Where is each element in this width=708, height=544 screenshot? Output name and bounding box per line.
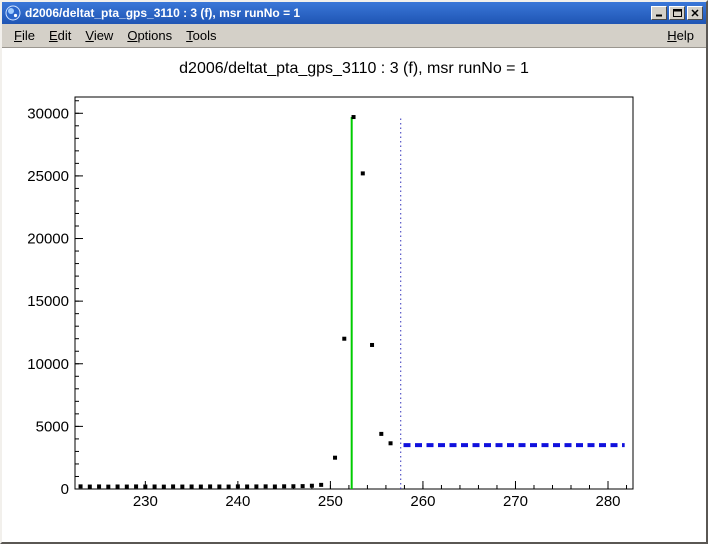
data-point — [180, 485, 184, 489]
y-tick-label: 5000 — [36, 418, 69, 435]
data-point — [352, 115, 356, 119]
data-point — [370, 343, 374, 347]
data-point — [389, 441, 393, 445]
data-point — [106, 485, 110, 489]
menu-file[interactable]: File — [7, 26, 42, 45]
minimize-icon — [655, 9, 663, 17]
data-point — [171, 484, 175, 488]
data-point — [162, 485, 166, 489]
data-point — [310, 484, 314, 488]
titlebar[interactable]: d2006/deltat_pta_gps_3110 : 3 (f), msr r… — [2, 2, 706, 24]
y-tick-label: 25000 — [27, 168, 69, 185]
data-point — [333, 456, 337, 460]
data-point — [217, 484, 221, 488]
y-tick-label: 10000 — [27, 356, 69, 373]
data-point — [97, 484, 101, 488]
x-tick-label: 270 — [503, 493, 528, 510]
data-point — [227, 485, 231, 489]
maximize-button[interactable] — [669, 6, 685, 20]
minimize-button[interactable] — [651, 6, 667, 20]
data-point — [190, 484, 194, 488]
data-point — [153, 484, 157, 488]
menubar: File Edit View Options Tools Help — [2, 24, 706, 48]
app-window: d2006/deltat_pta_gps_3110 : 3 (f), msr r… — [0, 0, 708, 544]
y-tick-label: 0 — [61, 481, 69, 498]
window-controls — [651, 6, 703, 20]
data-point — [379, 432, 383, 436]
data-point — [208, 484, 212, 488]
data-point — [125, 485, 129, 489]
menu-options[interactable]: Options — [120, 26, 179, 45]
y-tick-label: 15000 — [27, 293, 69, 310]
plot-svg[interactable]: 230 240 250 260 270 280 0 5000 10000 15000 20000 25… — [4, 48, 704, 540]
menu-tools[interactable]: Tools — [179, 26, 223, 45]
data-point — [134, 484, 138, 488]
app-icon — [5, 5, 21, 21]
x-tick-label: 260 — [410, 493, 435, 510]
data-point — [88, 485, 92, 489]
y-tick-label: 30000 — [27, 105, 69, 122]
data-point — [291, 484, 295, 488]
menu-edit[interactable]: Edit — [42, 26, 78, 45]
data-point — [319, 483, 323, 487]
data-point — [199, 485, 203, 489]
close-button[interactable] — [687, 6, 703, 20]
data-point — [282, 484, 286, 488]
data-point — [116, 484, 120, 488]
data-point — [301, 484, 305, 488]
menu-help[interactable]: Help — [660, 26, 701, 45]
maximize-icon — [673, 9, 682, 17]
menu-view[interactable]: View — [78, 26, 120, 45]
x-tick-label: 240 — [225, 493, 250, 510]
data-point — [245, 484, 249, 488]
y-tick-label: 20000 — [27, 231, 69, 248]
close-icon — [691, 9, 699, 17]
plot-canvas: d2006/deltat_pta_gps_3110 : 3 (f), msr r… — [2, 48, 706, 542]
data-point — [264, 484, 268, 488]
x-tick-label: 280 — [595, 493, 620, 510]
data-point — [273, 484, 277, 488]
x-tick-label: 250 — [318, 493, 343, 510]
data-point — [143, 485, 147, 489]
data-point — [79, 484, 83, 488]
data-point — [254, 484, 258, 488]
data-point — [361, 171, 365, 175]
window-title: d2006/deltat_pta_gps_3110 : 3 (f), msr r… — [25, 6, 647, 20]
x-tick-label: 230 — [133, 493, 158, 510]
data-point — [342, 337, 346, 341]
plot-frame — [75, 97, 633, 489]
data-point — [236, 484, 240, 488]
